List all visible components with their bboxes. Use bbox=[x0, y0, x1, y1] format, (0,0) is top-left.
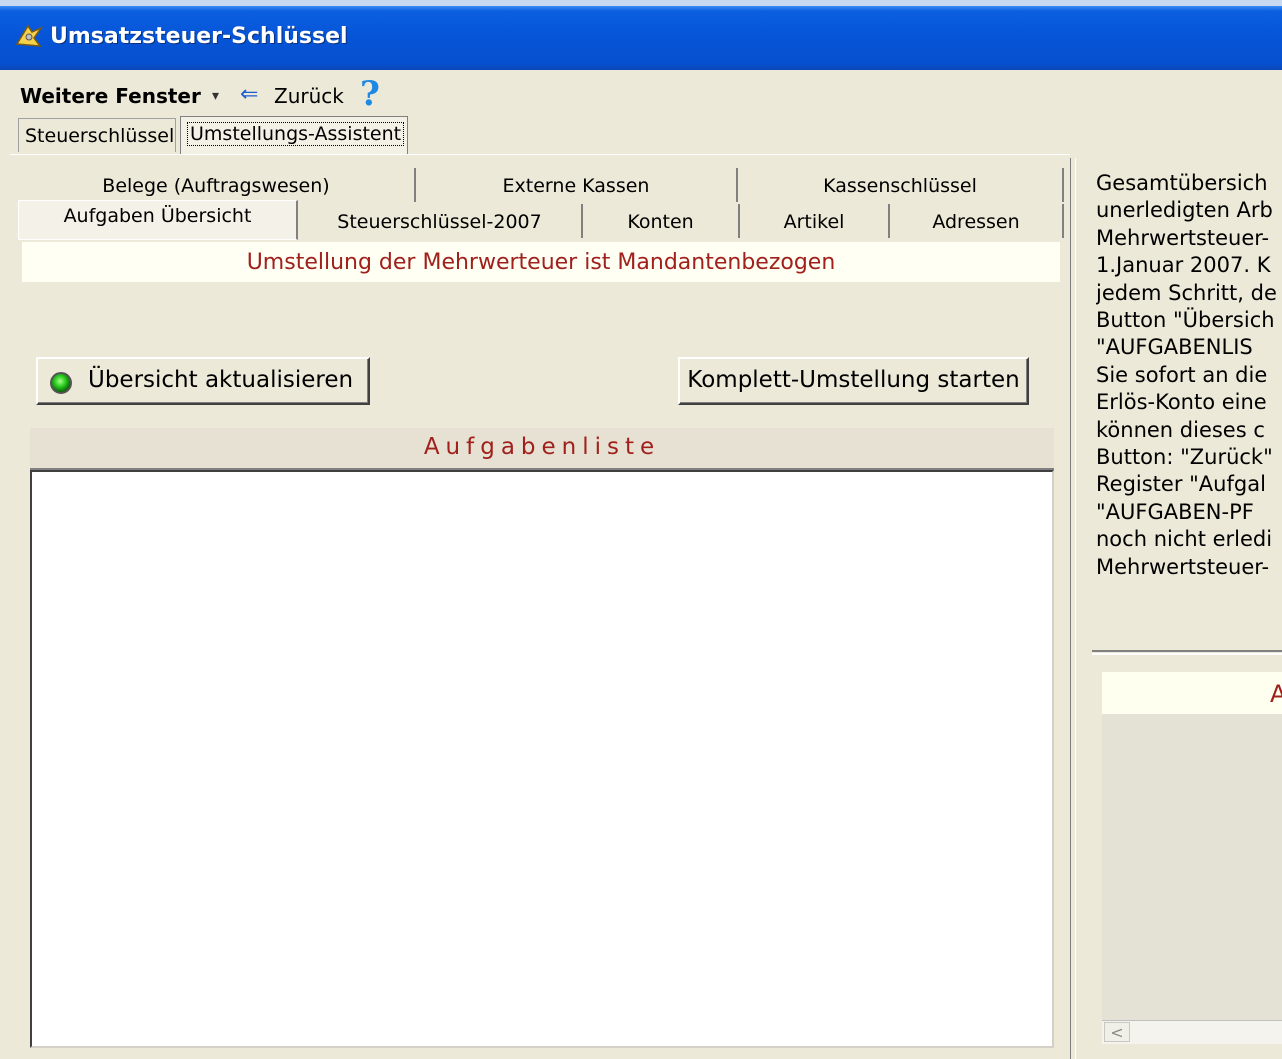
help-line: Erlös-Konto eine bbox=[1096, 390, 1267, 415]
help-line: Sie sofort an die bbox=[1096, 362, 1268, 387]
help-line: unerledigten Arb bbox=[1096, 198, 1273, 223]
tab-belege[interactable]: Belege (Auftragswesen) bbox=[18, 168, 416, 202]
weitere-fenster-menu[interactable]: Weitere Fenster bbox=[20, 84, 201, 108]
tab-externe-kassen[interactable]: Externe Kassen bbox=[416, 168, 738, 202]
help-line: Gesamtübersich bbox=[1096, 171, 1268, 195]
tab-steuerschluessel-2007[interactable]: Steuerschlüssel-2007 bbox=[298, 204, 583, 238]
app-icon bbox=[14, 22, 44, 50]
refresh-overview-button[interactable]: Übersicht aktualisieren bbox=[36, 357, 370, 405]
tab-umstellungs-assistent-label: Umstellungs-Assistent bbox=[187, 122, 405, 146]
task-list[interactable] bbox=[30, 470, 1054, 1048]
mandant-info-header: Umstellung der Mehrwerteuer ist Mandante… bbox=[22, 242, 1060, 282]
right-subpanel-header: A bbox=[1102, 672, 1282, 714]
tab-adressen[interactable]: Adressen bbox=[890, 204, 1064, 238]
back-arrow-icon[interactable]: ⇐ bbox=[240, 82, 258, 107]
help-line: Register "Aufgal bbox=[1096, 472, 1266, 497]
back-button[interactable]: Zurück bbox=[274, 84, 344, 108]
chevron-down-icon[interactable]: ▾ bbox=[212, 88, 219, 104]
separator bbox=[1092, 650, 1282, 655]
tab-kassenschluessel[interactable]: Kassenschlüssel bbox=[738, 168, 1064, 202]
task-list-header: Aufgabenliste bbox=[30, 428, 1054, 470]
start-full-conversion-button[interactable]: Komplett-Umstellung starten bbox=[678, 357, 1029, 405]
help-line: noch nicht erledi bbox=[1096, 527, 1273, 552]
help-line: können dieses c bbox=[1096, 417, 1265, 442]
help-line: Button: "Zurück" bbox=[1096, 445, 1273, 470]
tab-umstellungs-assistent[interactable]: Umstellungs-Assistent bbox=[180, 116, 408, 154]
help-line: "AUFGABENLIS bbox=[1096, 335, 1253, 360]
help-line: "AUFGABEN-PF bbox=[1096, 499, 1254, 524]
help-line: jedem Schritt, de bbox=[1096, 280, 1277, 305]
tab-artikel[interactable]: Artikel bbox=[740, 204, 890, 238]
right-subpanel-content bbox=[1102, 714, 1282, 1020]
tab-aufgaben-uebersicht[interactable]: Aufgaben Übersicht bbox=[18, 200, 298, 240]
help-icon[interactable]: ? bbox=[360, 74, 380, 114]
scroll-left-icon[interactable]: < bbox=[1104, 1022, 1130, 1042]
window-title: Umsatzsteuer-Schlüssel bbox=[50, 24, 348, 49]
help-line: 1.Januar 2007. K bbox=[1096, 253, 1271, 278]
help-line: Mehrwertsteuer- bbox=[1096, 225, 1270, 250]
help-text: Gesamtübersich unerledigten Arb Mehrwert… bbox=[1096, 170, 1282, 640]
green-led-icon bbox=[50, 372, 72, 394]
tab-konten[interactable]: Konten bbox=[583, 204, 740, 238]
tab-steuerschluessel[interactable]: Steuerschlüssel bbox=[18, 118, 176, 152]
help-line: Mehrwertsteuer- bbox=[1096, 554, 1270, 579]
help-line: Button "Übersich bbox=[1096, 308, 1275, 333]
